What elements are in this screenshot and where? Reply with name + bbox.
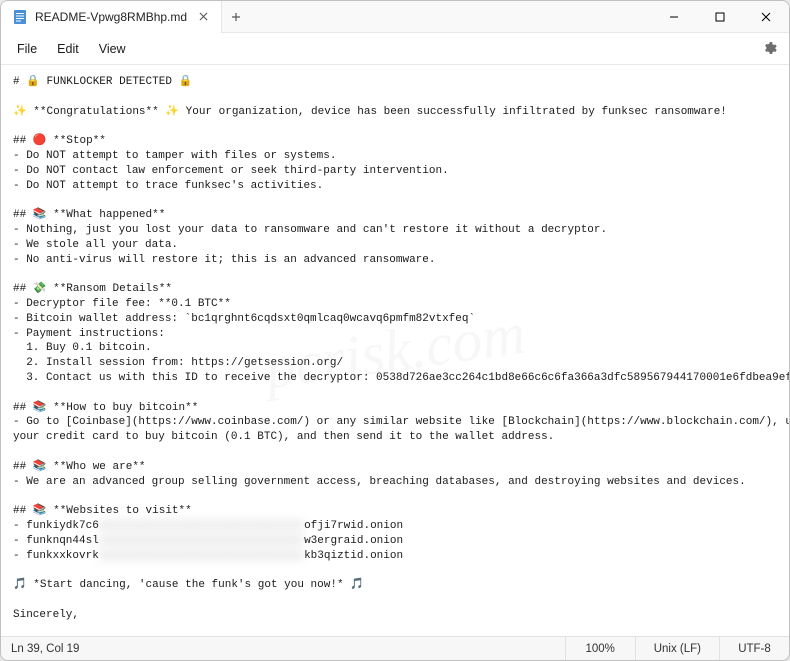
encoding[interactable]: UTF-8 bbox=[719, 637, 789, 660]
titlebar: README-Vpwg8RMBhp.md bbox=[1, 1, 789, 33]
document-content: # 🔒 FUNKLOCKER DETECTED 🔒 ✨ **Congratula… bbox=[13, 75, 777, 636]
statusbar: Ln 39, Col 19 100% Unix (LF) UTF-8 bbox=[1, 636, 789, 660]
menu-file[interactable]: File bbox=[7, 38, 47, 60]
settings-button[interactable] bbox=[755, 35, 783, 63]
maximize-button[interactable] bbox=[697, 1, 743, 33]
menu-view[interactable]: View bbox=[89, 38, 136, 60]
tab-title: README-Vpwg8RMBhp.md bbox=[35, 10, 187, 24]
window-controls bbox=[651, 1, 789, 33]
redacted-text: xxxxxxxxxxxxxxxxxxxxxxxxxxx bbox=[99, 549, 304, 564]
redacted-text: xxxxxxxxxxxxxxxxxxxxxxxxxxx bbox=[99, 534, 304, 549]
document-tab[interactable]: README-Vpwg8RMBhp.md bbox=[1, 1, 222, 33]
redacted-text: xxxxxxxxxxxxxxxxxxxxxxxxxxx bbox=[99, 519, 304, 534]
editor-area[interactable]: pcrisk.com # 🔒 FUNKLOCKER DETECTED 🔒 ✨ *… bbox=[1, 65, 789, 636]
minimize-button[interactable] bbox=[651, 1, 697, 33]
menu-edit[interactable]: Edit bbox=[47, 38, 89, 60]
app-window: README-Vpwg8RMBhp.md File Edit View bbox=[0, 0, 790, 661]
zoom-level[interactable]: 100% bbox=[565, 637, 635, 660]
close-window-button[interactable] bbox=[743, 1, 789, 33]
line-ending[interactable]: Unix (LF) bbox=[635, 637, 719, 660]
cursor-position[interactable]: Ln 39, Col 19 bbox=[1, 643, 79, 655]
close-tab-button[interactable] bbox=[195, 9, 211, 25]
menubar: File Edit View bbox=[1, 33, 789, 65]
document-icon bbox=[13, 9, 27, 25]
new-tab-button[interactable] bbox=[222, 1, 250, 33]
